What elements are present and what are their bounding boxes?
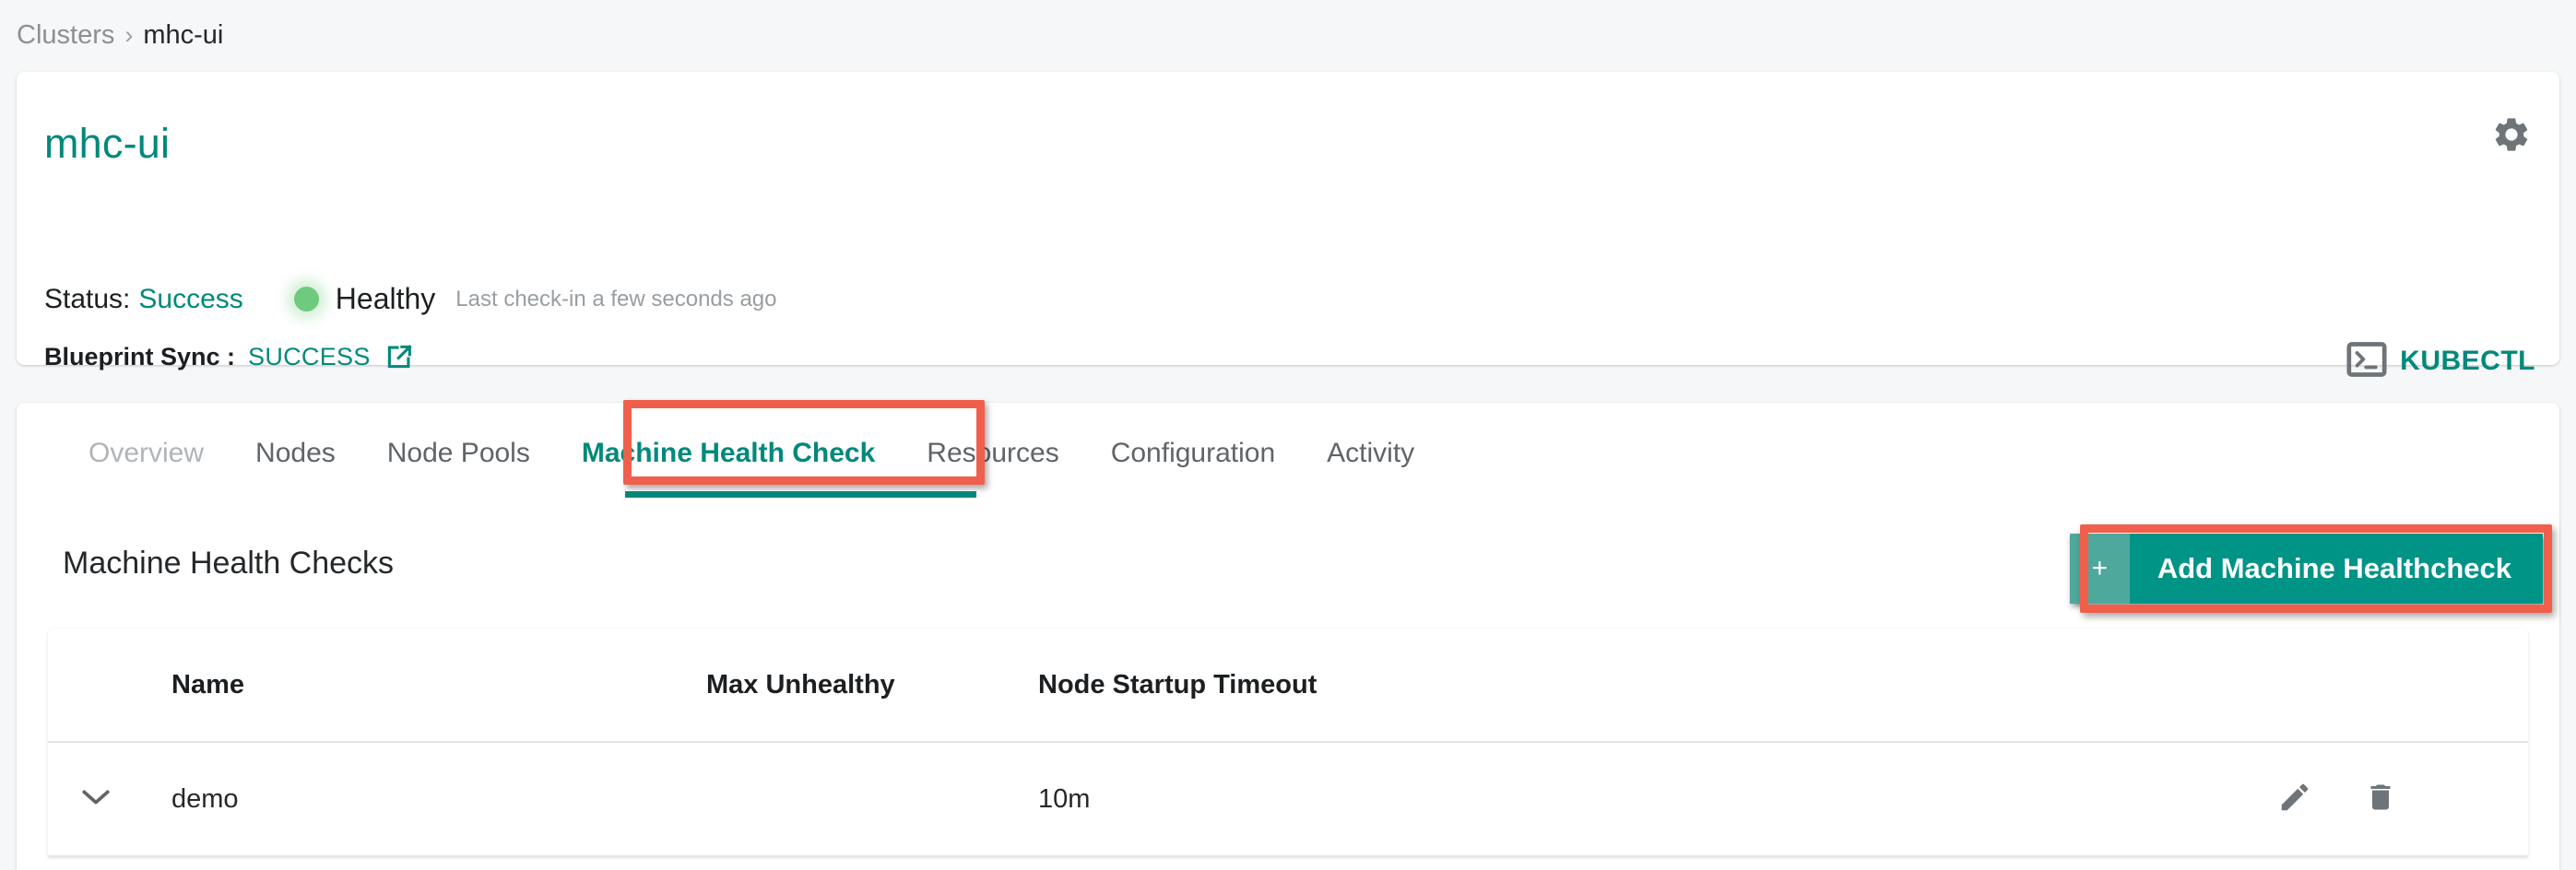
trash-icon (2364, 780, 2397, 819)
blueprint-sync-label: Blueprint Sync : (44, 342, 236, 370)
column-header-node-startup-timeout: Node Startup Timeout (1038, 669, 1318, 700)
pencil-icon (2277, 780, 2312, 819)
status-value: Success (138, 283, 243, 314)
tab-overview[interactable]: Overview (63, 403, 230, 504)
chevron-down-icon (80, 787, 112, 812)
plus-icon: + (2069, 534, 2130, 604)
tab-activity[interactable]: Activity (1301, 403, 1440, 504)
tab-resources[interactable]: Resources (901, 403, 1084, 504)
column-header-name: Name (171, 669, 244, 700)
section-heading: Machine Health Checks (63, 546, 395, 581)
tab-nodes[interactable]: Nodes (230, 403, 361, 504)
settings-gear-button[interactable] (2487, 112, 2535, 160)
table-header-row: Name Max Unhealthy Node Startup Timeout (48, 629, 2528, 743)
cluster-summary-card: mhc-ui Status: Success Healthy Last chec… (17, 72, 2559, 377)
tab-node-pools[interactable]: Node Pools (361, 403, 556, 504)
terminal-icon (2346, 341, 2387, 382)
breadcrumb: Clusters › mhc-ui (17, 15, 223, 55)
edit-row-button[interactable] (2277, 780, 2312, 819)
tab-configuration[interactable]: Configuration (1085, 403, 1301, 504)
breadcrumb-item-current: mhc-ui (143, 19, 224, 50)
tab-bar: Overview Nodes Node Pools Machine Health… (17, 403, 1440, 504)
kubectl-button[interactable]: KUBECTL (2346, 339, 2535, 383)
active-tab-underline (625, 491, 976, 498)
blueprint-sync-row: Blueprint Sync : SUCCESS (44, 341, 415, 372)
blueprint-sync-value[interactable]: SUCCESS (248, 343, 371, 371)
cluster-detail-card: Overview Nodes Node Pools Machine Health… (17, 403, 2559, 870)
row-actions (2261, 780, 2528, 819)
breadcrumb-separator-icon: › (124, 20, 134, 49)
table-row[interactable]: demo 10m (48, 743, 2528, 857)
add-machine-healthcheck-button[interactable]: + Add Machine Healthcheck (2069, 534, 2543, 604)
health-group: Healthy Last check-in a few seconds ago (293, 282, 777, 316)
health-status-dot-icon (293, 287, 319, 312)
add-machine-healthcheck-label: Add Machine Healthcheck (2157, 552, 2511, 584)
tab-machine-health-check[interactable]: Machine Health Check (556, 403, 901, 504)
column-header-max-unhealthy: Max Unhealthy (706, 669, 895, 700)
machine-health-checks-table: Name Max Unhealthy Node Startup Timeout … (48, 629, 2528, 857)
cell-node-startup-timeout: 10m (1038, 783, 1091, 814)
cell-name: demo (171, 783, 239, 814)
page-title: mhc-ui (44, 120, 171, 167)
health-status-label: Healthy (335, 282, 436, 315)
delete-row-button[interactable] (2364, 780, 2397, 819)
status-label: Status: (44, 283, 131, 314)
status-row: Status: Success Healthy Last check-in a … (44, 282, 776, 316)
kubectl-label: KUBECTL (2400, 346, 2535, 376)
row-expand-toggle[interactable] (48, 787, 144, 812)
last-checkin-text: Last check-in a few seconds ago (455, 286, 777, 312)
external-link-icon[interactable] (384, 341, 415, 372)
gear-icon (2491, 114, 2532, 159)
breadcrumb-item-clusters[interactable]: Clusters (17, 20, 114, 51)
